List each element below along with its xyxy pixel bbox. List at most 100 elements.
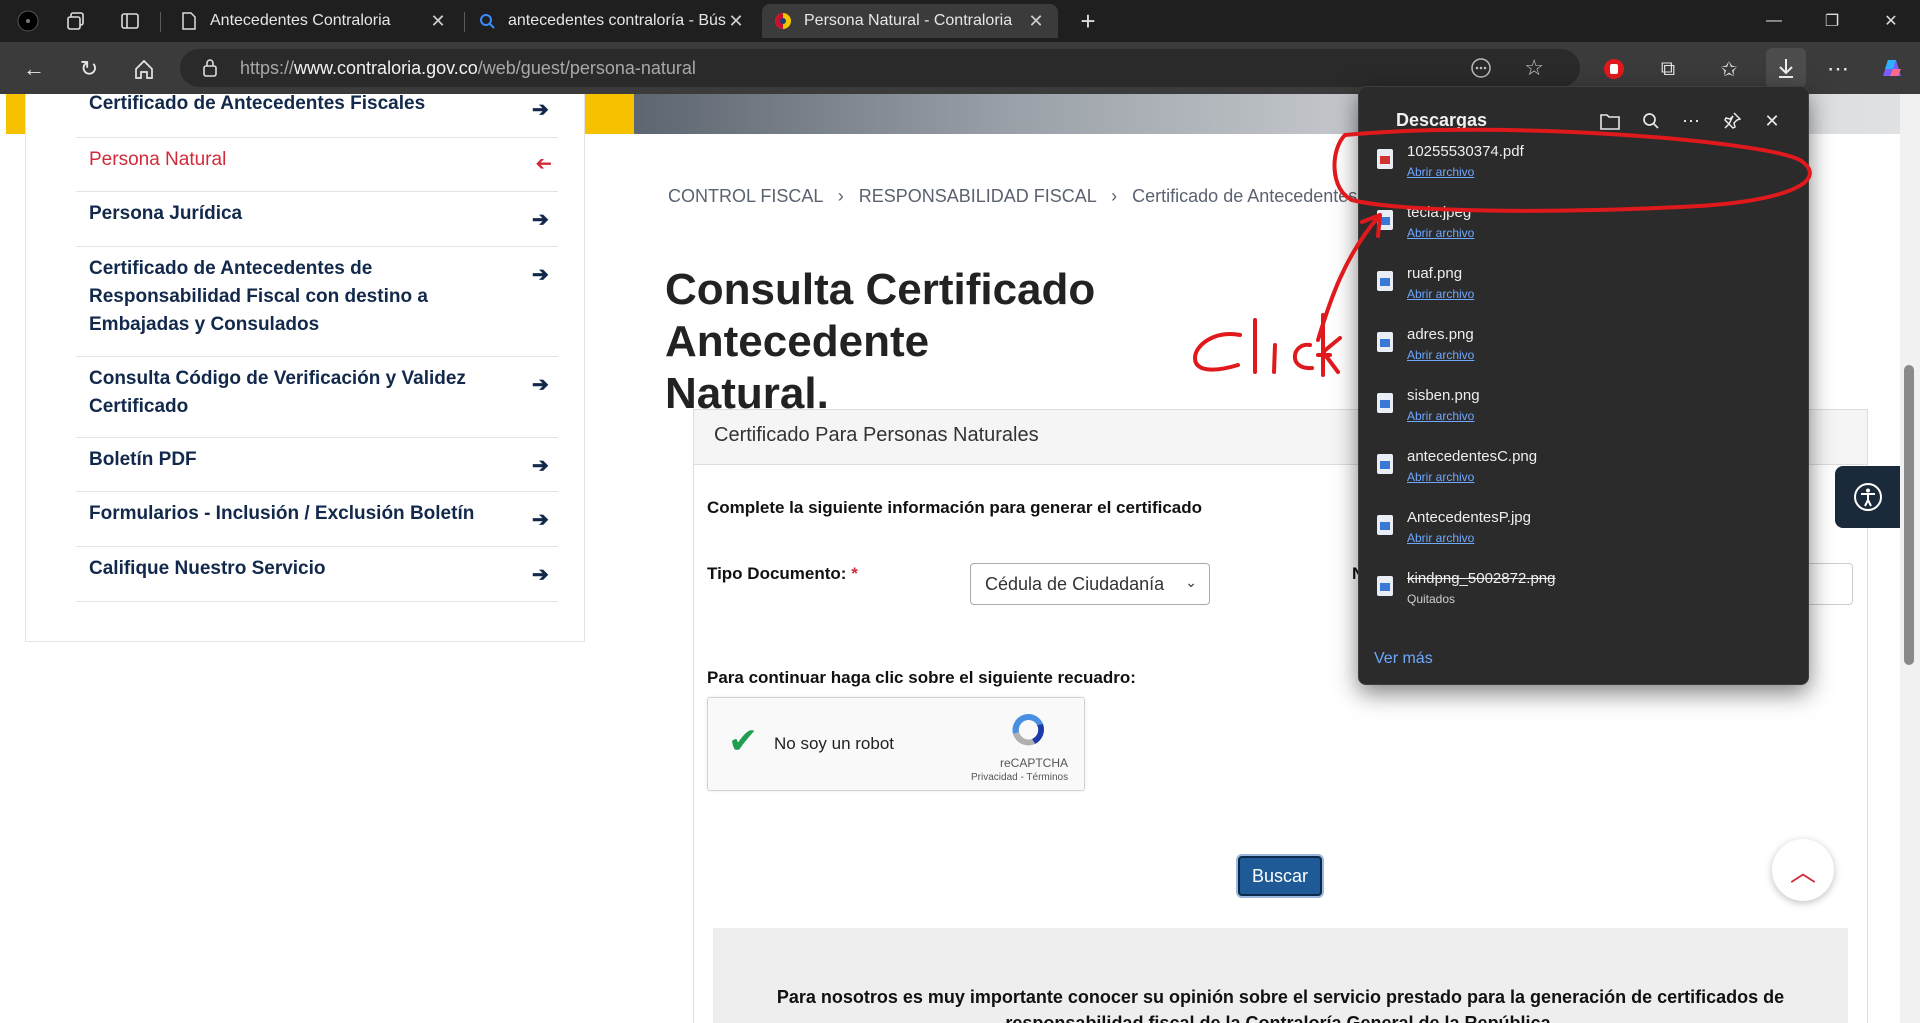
extension-adblock-icon[interactable]: [1598, 53, 1630, 85]
lock-icon[interactable]: [202, 58, 218, 83]
chevron-down-icon: ⌄: [1185, 574, 1197, 590]
sidebar-item-label: Persona Jurídica: [89, 203, 243, 224]
breadcrumb-separator: ›: [837, 186, 844, 206]
arrow-left-icon: ➔: [535, 153, 552, 175]
download-item[interactable]: tecla.jpeg Abrir archivo: [1377, 198, 1792, 254]
breadcrumb-item[interactable]: RESPONSABILIDAD FISCAL: [859, 186, 1096, 206]
close-icon[interactable]: ✕: [1026, 11, 1046, 32]
extensions-puzzle-icon[interactable]: ⧉: [1652, 53, 1684, 85]
image-file-icon: [1377, 210, 1393, 230]
vertical-tabs-icon[interactable]: [118, 9, 142, 33]
open-file-link[interactable]: Abrir archivo: [1407, 409, 1474, 423]
close-icon[interactable]: ✕: [726, 11, 746, 32]
download-item[interactable]: ruaf.png Abrir archivo: [1377, 259, 1792, 315]
open-file-link[interactable]: Abrir archivo: [1407, 165, 1474, 179]
back-icon[interactable]: ←: [18, 53, 50, 85]
sidebar-item-certificado-fiscales[interactable]: Certificado de Antecedentes Fiscales ➔: [76, 94, 558, 138]
download-filename: tecla.jpeg: [1407, 204, 1472, 221]
page-icon: [180, 12, 198, 30]
arrow-right-icon: ➔: [532, 209, 549, 231]
arrow-right-icon: ➔: [532, 564, 549, 586]
close-icon[interactable]: ✕: [1758, 107, 1786, 135]
download-filename: sisben.png: [1407, 387, 1480, 404]
captcha-brand: reCAPTCHA: [1000, 756, 1069, 770]
tipo-documento-text: Tipo Documento:: [707, 564, 847, 583]
accessibility-icon: [1853, 483, 1882, 511]
refresh-icon[interactable]: ↻: [73, 53, 105, 85]
favorite-star-icon[interactable]: ☆: [1524, 55, 1544, 81]
recaptcha-logo-icon: [1012, 713, 1045, 746]
select-value: Cédula de Ciudadanía: [985, 574, 1165, 594]
open-file-link[interactable]: Abrir archivo: [1407, 470, 1474, 484]
back-to-top-button[interactable]: ︿: [1772, 839, 1834, 901]
open-file-link[interactable]: Abrir archivo: [1407, 531, 1474, 545]
tab-busqueda[interactable]: antecedentes contraloría - Búsqu ✕: [466, 4, 758, 38]
sidebar-item-califique[interactable]: Califique Nuestro Servicio ➔: [76, 547, 558, 602]
sidebar-item-codigo-verificacion[interactable]: Consulta Código de Verificación y Valide…: [76, 357, 558, 438]
new-tab-icon[interactable]: +: [1076, 6, 1100, 36]
more-options-icon[interactable]: ⋯: [1677, 107, 1705, 135]
open-file-link[interactable]: Abrir archivo: [1407, 226, 1474, 240]
workspaces-icon[interactable]: [64, 9, 88, 33]
captcha-terms-link[interactable]: Privacidad - Términos: [971, 772, 1068, 783]
download-filename: kindpng_5002872.png: [1407, 570, 1556, 587]
profile-icon[interactable]: [16, 9, 40, 33]
survey-box: Para nosotros es muy importante conocer …: [713, 928, 1848, 1023]
sidebar-item-label: Certificado de Antecedentes Fiscales: [89, 94, 426, 114]
address-bar[interactable]: https://www.contraloria.gov.co/web/guest…: [180, 49, 1580, 87]
favorites-icon[interactable]: ✩: [1713, 53, 1745, 85]
tab-antecedentes[interactable]: Antecedentes Contraloria ✕: [168, 4, 460, 38]
sidebar-item-persona-juridica[interactable]: Persona Jurídica ➔: [76, 192, 558, 247]
arrow-right-icon: ➔: [532, 509, 549, 531]
breadcrumb-item[interactable]: Certificado de Antecedentes Fisc: [1132, 186, 1395, 206]
download-item[interactable]: 10255530374.pdf Abrir archivo: [1377, 137, 1792, 193]
pin-icon[interactable]: [1718, 107, 1746, 135]
more-menu-icon[interactable]: ⋯: [1822, 53, 1854, 85]
close-icon[interactable]: ✕: [428, 11, 448, 32]
sidebar-item-embajadas[interactable]: Certificado de Antecedentes de Responsab…: [76, 247, 558, 357]
sidebar-item-label: Formularios - Inclusión / Exclusión Bole…: [89, 503, 475, 524]
reader-icon[interactable]: [1470, 57, 1492, 84]
download-item[interactable]: AntecedentesP.jpg Abrir archivo: [1377, 503, 1792, 559]
sidebar-item-label: Certificado de Antecedentes de Responsab…: [89, 258, 428, 335]
tab-persona-natural[interactable]: Persona Natural - Contraloria ✕: [762, 4, 1058, 38]
sidebar-item-formularios[interactable]: Formularios - Inclusión / Exclusión Bole…: [76, 492, 558, 547]
open-folder-icon[interactable]: [1596, 107, 1624, 135]
download-item[interactable]: adres.png Abrir archivo: [1377, 320, 1792, 376]
open-file-link[interactable]: Abrir archivo: [1407, 348, 1474, 362]
maximize-icon[interactable]: ❐: [1803, 0, 1861, 42]
accessibility-button[interactable]: [1835, 466, 1900, 528]
tipo-documento-select[interactable]: Cédula de Ciudadanía ⌄: [970, 563, 1210, 605]
sidebar-item-label: Persona Natural: [89, 149, 227, 170]
see-more-link[interactable]: Ver más: [1374, 650, 1433, 668]
breadcrumb-item[interactable]: CONTROL FISCAL: [668, 186, 823, 206]
download-item-removed[interactable]: kindpng_5002872.png Quitados: [1377, 564, 1792, 620]
download-filename: ruaf.png: [1407, 265, 1463, 282]
download-item[interactable]: antecedentesC.png Abrir archivo: [1377, 442, 1792, 498]
tab-title: Persona Natural - Contraloria: [804, 12, 1013, 29]
pdf-file-icon: [1377, 149, 1393, 169]
open-file-link[interactable]: Abrir archivo: [1407, 287, 1474, 301]
downloads-icon[interactable]: [1766, 48, 1806, 88]
page-title-line: Consulta Certificado Antecedente: [665, 265, 1096, 366]
sidebar-item-persona-natural[interactable]: Persona Natural ➔: [76, 138, 558, 192]
downloads-title: Descargas: [1396, 110, 1488, 130]
search-icon[interactable]: [1637, 107, 1665, 135]
minimize-icon[interactable]: —: [1745, 0, 1803, 42]
sidebar-item-boletin-pdf[interactable]: Boletín PDF ➔: [76, 438, 558, 492]
scrollbar-thumb[interactable]: [1904, 365, 1914, 665]
home-icon[interactable]: [128, 53, 160, 85]
window-close-icon[interactable]: ✕: [1862, 0, 1920, 42]
form-intro: Complete la siguiente información para g…: [707, 498, 1203, 517]
image-file-icon: [1377, 332, 1393, 352]
breadcrumb-separator: ›: [1111, 186, 1118, 206]
contraloria-favicon-icon: [774, 12, 792, 30]
checkmark-icon[interactable]: ✔: [728, 720, 758, 762]
copilot-icon[interactable]: [1876, 53, 1908, 85]
url-path: /web/guest/persona-natural: [477, 57, 696, 78]
download-item[interactable]: sisben.png Abrir archivo: [1377, 381, 1792, 437]
recaptcha-widget[interactable]: ✔ No soy un robot reCAPTCHA Privacidad -…: [707, 697, 1085, 791]
download-filename: adres.png: [1407, 326, 1474, 343]
buscar-button[interactable]: Buscar: [1238, 856, 1322, 896]
image-file-icon: [1377, 576, 1393, 596]
